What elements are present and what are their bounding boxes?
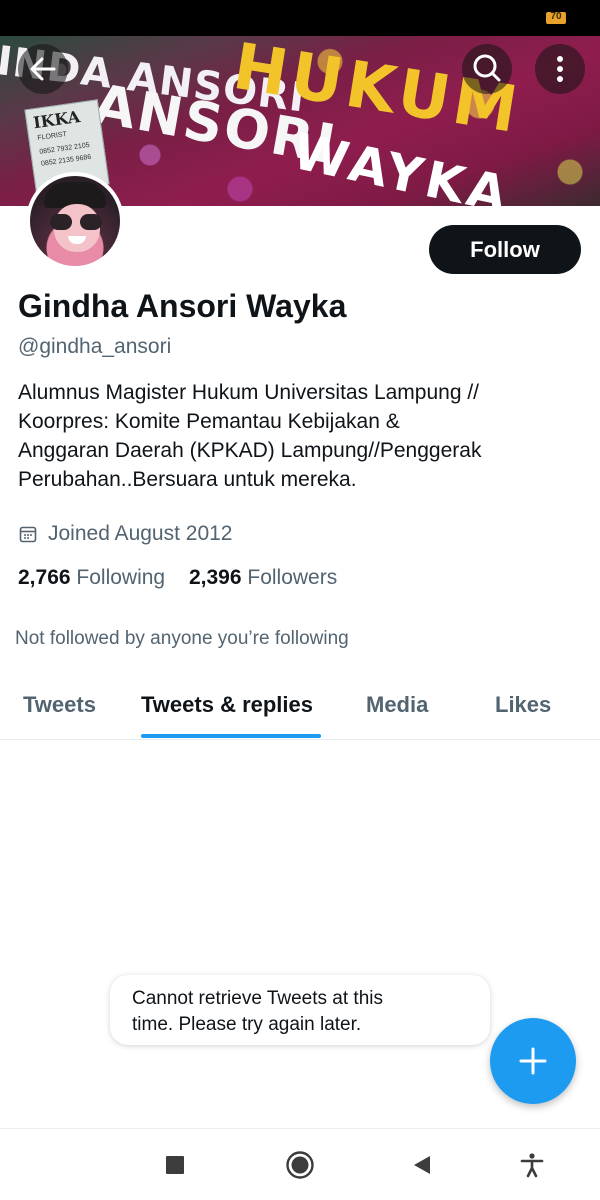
search-icon bbox=[473, 54, 501, 82]
error-toast: Cannot retrieve Tweets at this time. Ple… bbox=[110, 975, 490, 1045]
following-count: 2,766 bbox=[18, 566, 71, 589]
bio: Alumnus Magister Hukum Universitas Lampu… bbox=[18, 378, 584, 494]
display-name: Gindha Ansori Wayka bbox=[18, 288, 347, 324]
avatar-glasses-left bbox=[50, 214, 72, 230]
avatar[interactable] bbox=[26, 172, 124, 270]
bio-line: Perubahan..Bersuara untuk mereka. bbox=[18, 468, 357, 491]
florist-sign-phone-2: 0852 2135 9686 bbox=[40, 153, 92, 168]
following-link[interactable]: 2,766 Following bbox=[18, 566, 165, 590]
accessibility-icon bbox=[520, 1153, 544, 1178]
handle: @gindha_ansori bbox=[18, 335, 172, 358]
bio-line: Koorpres: Komite Pemantau Kebijakan & bbox=[18, 410, 400, 433]
battery-icon: 70 bbox=[546, 11, 566, 24]
not-followed-notice: Not followed by anyone you’re following bbox=[15, 628, 349, 649]
followers-count: 2,396 bbox=[188, 566, 242, 589]
joined-text: Joined August 2012 bbox=[48, 522, 233, 545]
calendar-icon bbox=[19, 526, 37, 543]
tab-media[interactable]: Media bbox=[366, 692, 428, 718]
home-circle-icon bbox=[286, 1151, 314, 1179]
system-nav-bar bbox=[0, 1128, 600, 1200]
florist-sign-phone-1: 0852 7932 2105 bbox=[38, 141, 91, 156]
bio-line: Alumnus Magister Hukum Universitas Lampu… bbox=[18, 381, 480, 404]
back-triangle-icon bbox=[414, 1156, 430, 1174]
bio-line: Anggaran Daerah (KPKAD) Lampung//Pengger… bbox=[18, 439, 482, 462]
follow-button[interactable]: Follow bbox=[429, 225, 581, 274]
tab-tweets[interactable]: Tweets bbox=[23, 692, 96, 718]
toast-line-2: time. Please try again later. bbox=[132, 1014, 362, 1035]
followers-label: Followers bbox=[247, 566, 338, 589]
accessibility-button[interactable] bbox=[516, 1149, 548, 1181]
avatar-glasses-right bbox=[80, 214, 102, 230]
arrow-left-icon bbox=[30, 57, 56, 81]
status-bar: 70 bbox=[0, 0, 600, 36]
recents-square-icon bbox=[166, 1156, 184, 1174]
profile-tabs: Tweets Tweets & replies Media Likes bbox=[0, 676, 600, 740]
compose-tweet-button[interactable] bbox=[490, 1018, 576, 1104]
following-label: Following bbox=[76, 566, 166, 589]
tab-likes[interactable]: Likes bbox=[495, 692, 551, 718]
florist-sign-sub: FLORIST bbox=[37, 130, 68, 142]
follow-stats: 2,766 Following 2,396 Followers bbox=[18, 566, 355, 590]
toast-line-1: Cannot retrieve Tweets at this bbox=[132, 988, 383, 1009]
plus-icon bbox=[519, 1047, 547, 1075]
more-vertical-icon bbox=[557, 56, 563, 82]
followers-link[interactable]: 2,396 Followers bbox=[189, 566, 337, 590]
tab-tweets-and-replies[interactable]: Tweets & replies bbox=[141, 692, 313, 718]
joined-date: Joined August 2012 bbox=[18, 519, 233, 549]
more-options-button[interactable] bbox=[535, 44, 585, 94]
search-button[interactable] bbox=[462, 44, 512, 94]
battery-level: 70 bbox=[550, 11, 562, 22]
florist-sign-title: IKKA bbox=[32, 106, 82, 133]
active-tab-indicator bbox=[141, 734, 321, 738]
back-button[interactable] bbox=[18, 44, 68, 94]
home-button[interactable] bbox=[284, 1149, 316, 1181]
recents-button[interactable] bbox=[159, 1149, 191, 1181]
back-nav-button[interactable] bbox=[406, 1149, 438, 1181]
